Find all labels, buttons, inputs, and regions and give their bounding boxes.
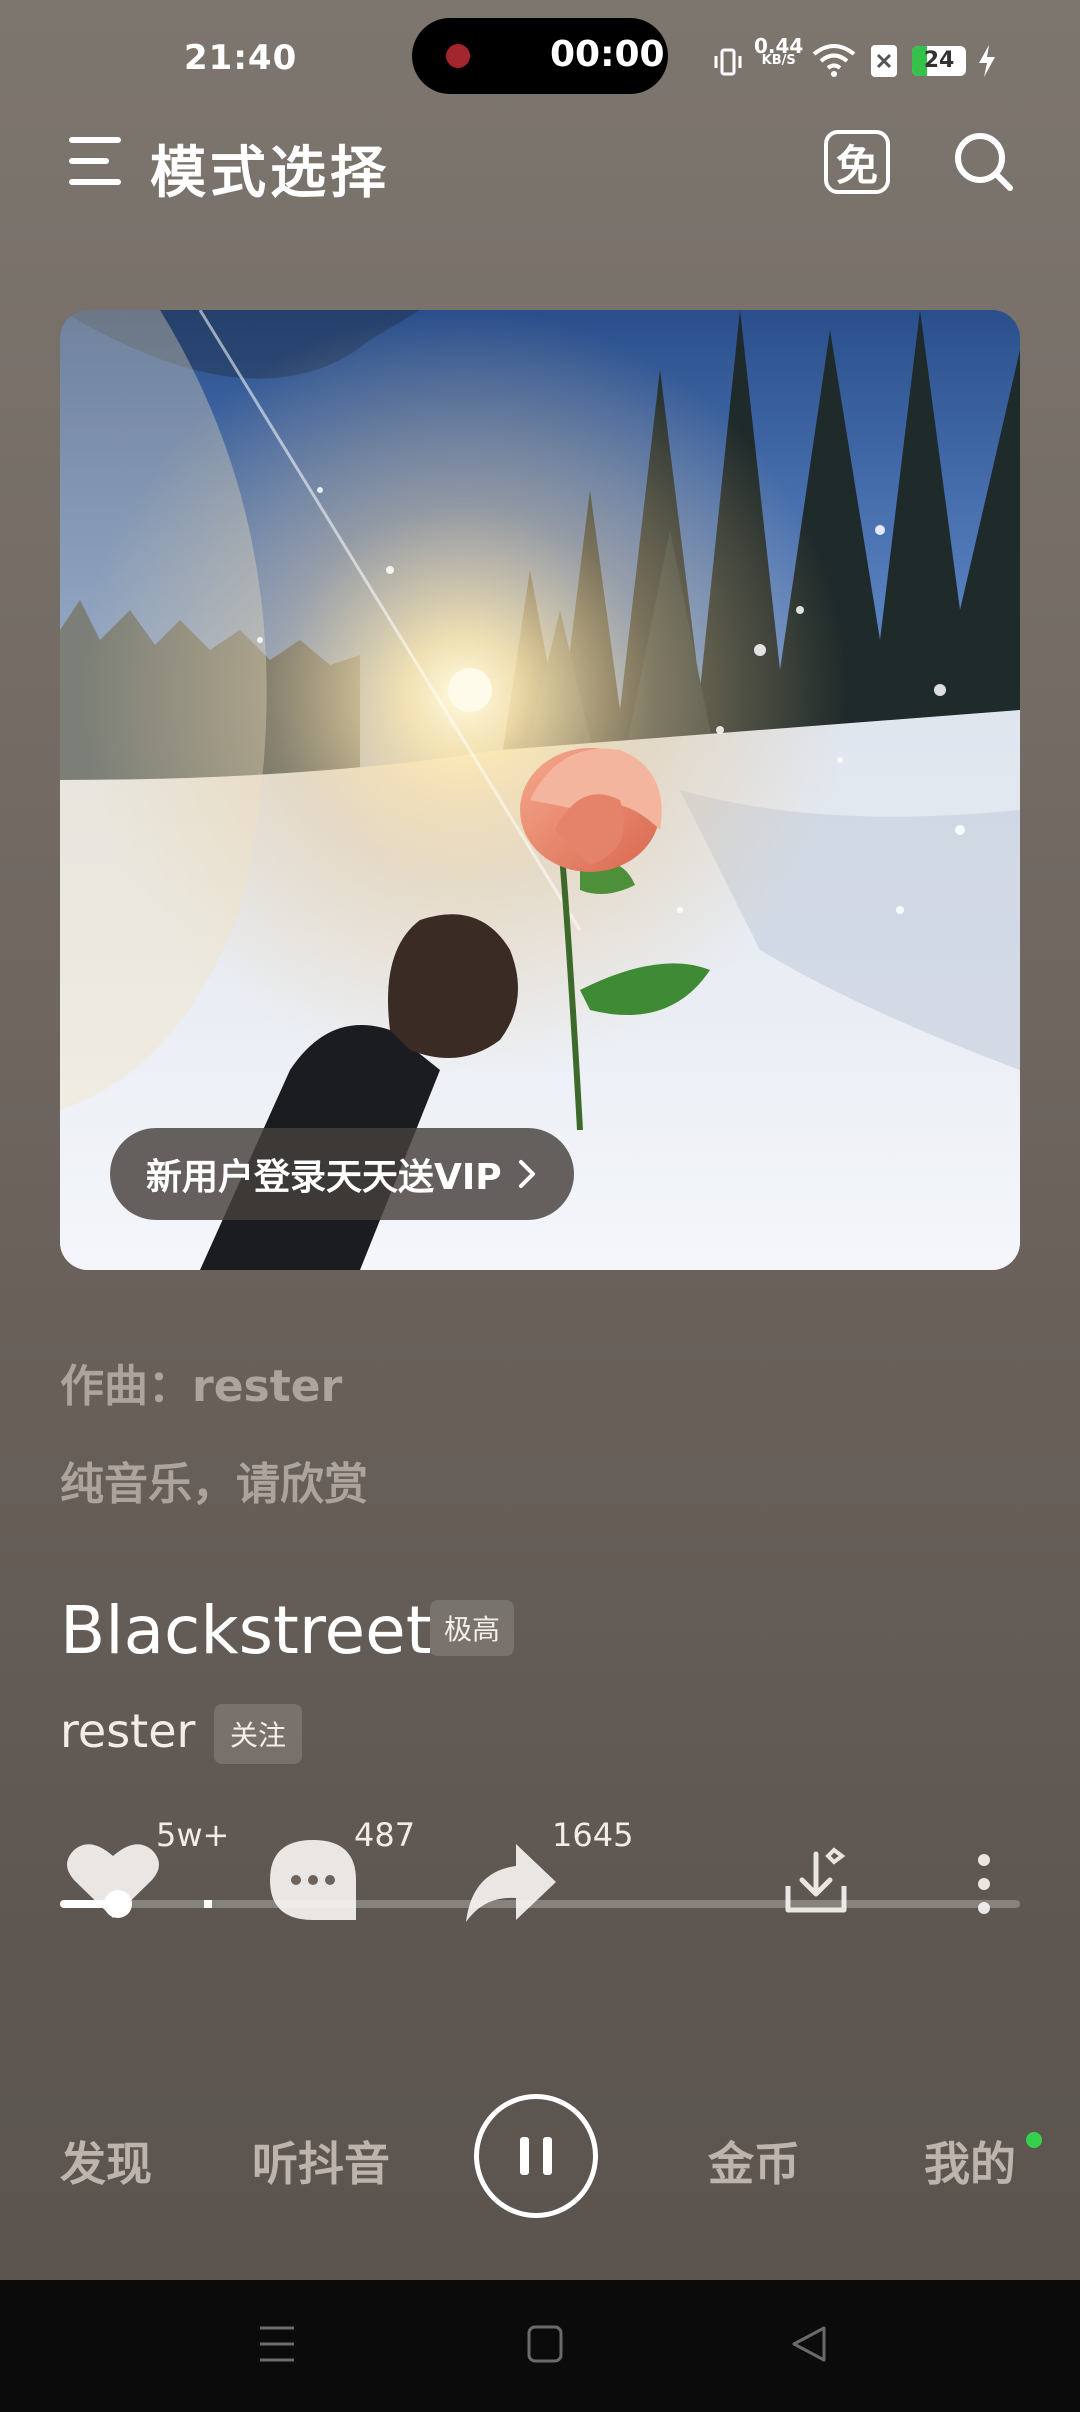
search-icon[interactable] <box>952 130 1016 194</box>
lyric-line-composer: 作曲：rester <box>60 1361 343 1412</box>
vibrate-icon <box>714 48 742 76</box>
chevron-right-icon <box>518 1160 535 1188</box>
status-time: 21:40 <box>184 38 298 78</box>
recent-apps-icon[interactable] <box>258 2324 296 2364</box>
comment-icon[interactable] <box>268 1838 358 1922</box>
sim-no-signal-icon <box>871 45 897 77</box>
home-icon[interactable] <box>526 2324 564 2364</box>
artist-name[interactable]: rester <box>60 1704 195 1758</box>
song-title[interactable]: Blackstreet <box>60 1592 432 1669</box>
lyric-line-instrumental: 纯音乐，请欣赏 <box>60 1459 368 1510</box>
free-mode-button[interactable]: 免 <box>824 130 890 194</box>
tab-mine[interactable]: 我的 <box>924 2128 1016 2194</box>
charging-icon <box>979 45 995 77</box>
vip-promo-text: 新用户登录天天送VIP <box>146 1157 502 1198</box>
vip-promo-banner[interactable]: 新用户登录天天送VIP <box>110 1128 574 1220</box>
battery-level: 24 <box>923 48 955 73</box>
pause-icon <box>520 2137 552 2175</box>
tab-discover[interactable]: 发现 <box>60 2128 152 2194</box>
album-cover[interactable] <box>60 310 1020 1270</box>
record-dot-icon <box>446 44 470 68</box>
tab-listen-douyin[interactable]: 听抖音 <box>252 2128 390 2194</box>
notification-dot <box>1026 2132 1042 2148</box>
page-title[interactable]: 模式选择 <box>150 128 390 209</box>
recording-time: 00:00 <box>550 34 665 75</box>
buffer-marker <box>204 1900 212 1908</box>
progress-handle[interactable] <box>103 1890 132 1918</box>
wifi-icon <box>812 44 856 77</box>
like-count: 5w+ <box>156 1816 230 1854</box>
back-icon[interactable] <box>790 2324 828 2364</box>
network-speed: 0.44 KB/S <box>754 34 804 68</box>
pause-button[interactable] <box>474 2094 598 2218</box>
comment-count: 487 <box>354 1816 416 1854</box>
battery-indicator: 24 <box>912 46 966 76</box>
follow-button[interactable]: 关注 <box>214 1704 303 1764</box>
quality-badge[interactable]: 极高 <box>430 1600 515 1656</box>
menu-icon[interactable] <box>66 134 124 188</box>
tab-coins[interactable]: 金币 <box>708 2128 800 2194</box>
share-icon[interactable] <box>464 1842 558 1926</box>
share-count: 1645 <box>552 1816 634 1854</box>
system-nav-bar <box>0 2280 1080 2412</box>
net-speed-value: 0.44 <box>754 34 804 58</box>
